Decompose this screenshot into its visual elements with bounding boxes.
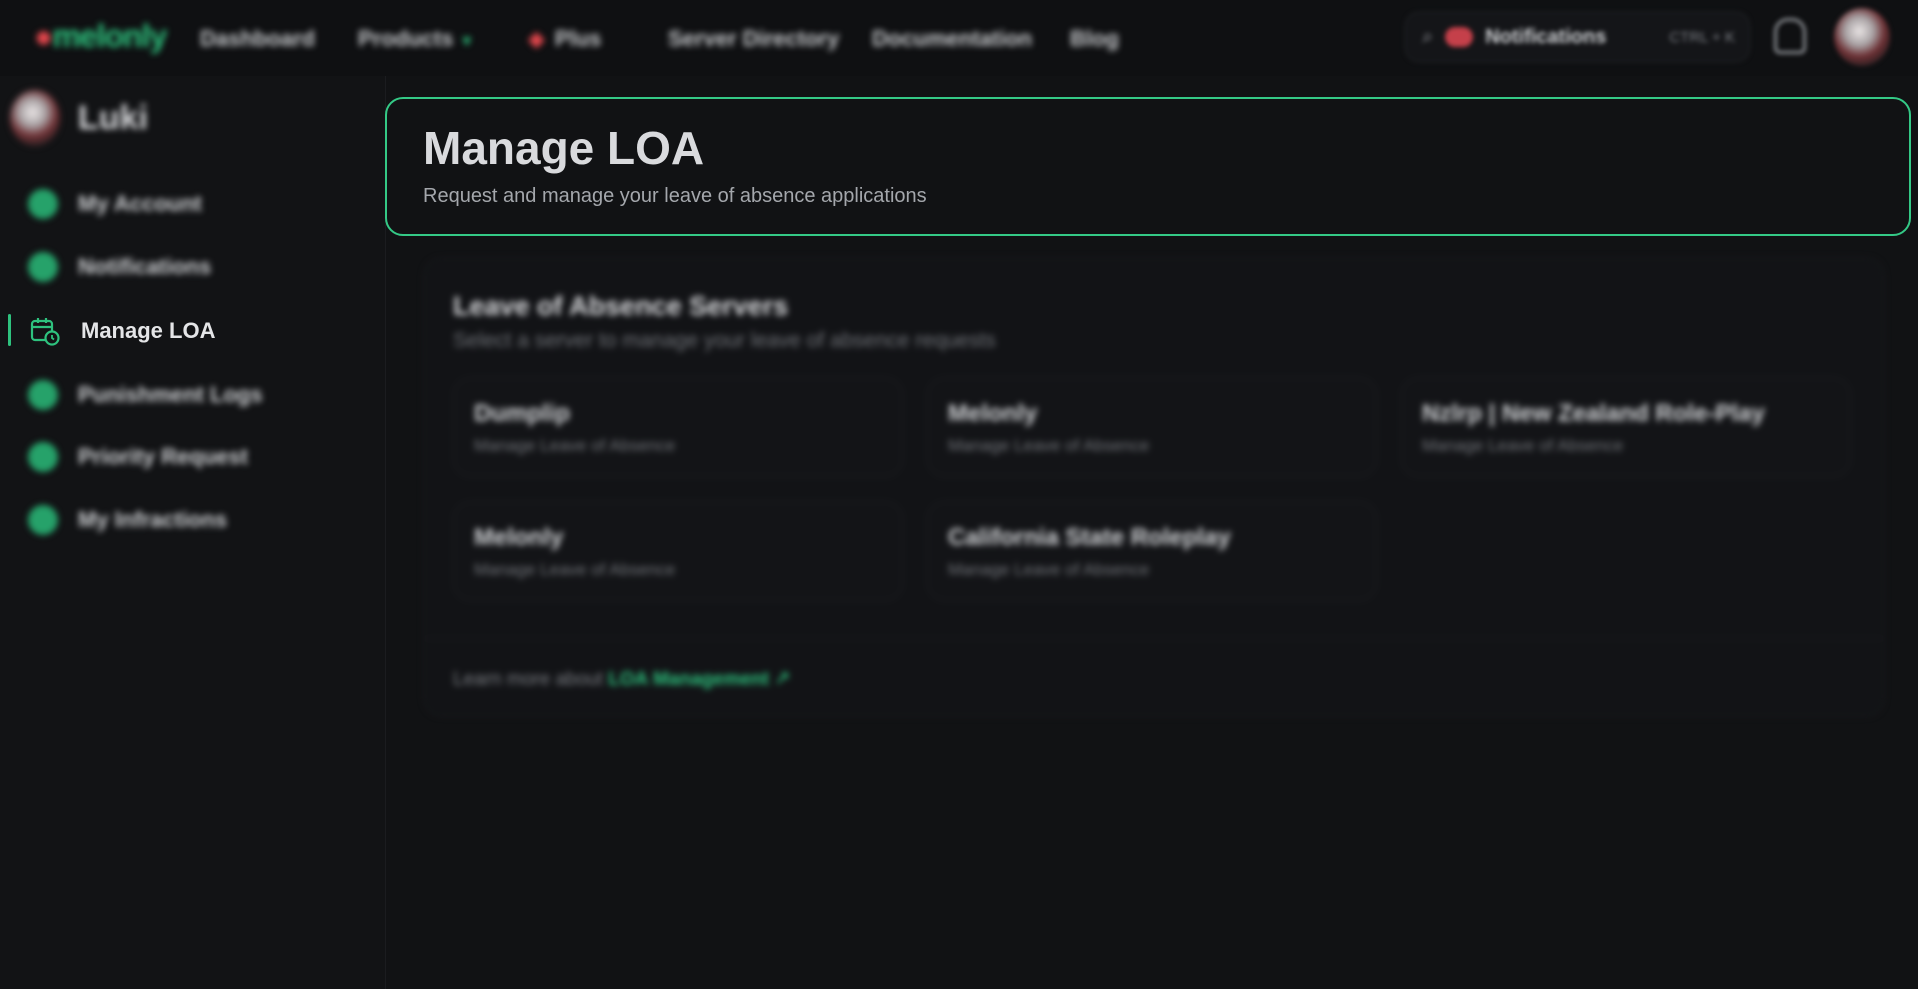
- melon-icon: [1445, 27, 1474, 47]
- panel-title: Leave of Absence Servers: [453, 291, 789, 321]
- sidebar-item-punishment-logs[interactable]: Punishment Logs: [0, 373, 386, 417]
- server-subtitle: Manage Leave of Absence: [1422, 436, 1624, 455]
- server-subtitle: Manage Leave of Absence: [948, 436, 1150, 455]
- server-name: Melonly: [474, 524, 564, 551]
- car-icon: [28, 442, 58, 472]
- sidebar-item-label: My Account: [78, 191, 202, 216]
- bell-icon: [28, 252, 58, 282]
- user-name: Luki: [78, 98, 148, 137]
- server-name: Melonly: [948, 400, 1038, 427]
- nav-server-directory[interactable]: Server Directory: [668, 26, 839, 52]
- page-title: Manage LOA: [423, 122, 705, 174]
- active-indicator: [8, 314, 11, 346]
- nav-documentation[interactable]: Documentation: [872, 26, 1032, 52]
- nav-plus[interactable]: ◆ Plus: [528, 26, 601, 52]
- search-text: Notifications: [1485, 25, 1607, 48]
- server-card[interactable]: Dumplip Manage Leave of Absence: [453, 377, 903, 477]
- sidebar-item-manage-loa[interactable]: Manage LOA: [0, 309, 386, 353]
- panel-subtitle: Select a server to manage your leave of …: [453, 329, 996, 352]
- melon-icon: ◆: [528, 26, 545, 51]
- server-card[interactable]: Nzlrp | New Zealand Role-Play Manage Lea…: [1401, 377, 1851, 477]
- server-name: Dumplip: [474, 400, 570, 427]
- sidebar-item-label: My Infractions: [78, 507, 228, 532]
- sidebar-user: Luki: [10, 90, 148, 146]
- sidebar-item-label: Notifications: [78, 254, 212, 279]
- external-link-icon: ↗: [774, 669, 791, 690]
- sidebar-item-my-infractions[interactable]: My Infractions: [0, 498, 386, 542]
- server-card[interactable]: Melonly Manage Leave of Absence: [927, 377, 1377, 477]
- search-icon: ⌕: [1422, 25, 1434, 48]
- nav-blog[interactable]: Blog: [1070, 26, 1119, 52]
- top-navbar: ●melonly Dashboard Products ▼ ◆ Plus Serve…: [0, 0, 1918, 76]
- calendar-clock-icon: [30, 318, 60, 346]
- server-subtitle: Manage Leave of Absence: [948, 560, 1150, 579]
- divider: [425, 638, 1883, 639]
- server-subtitle: Manage Leave of Absence: [474, 436, 676, 455]
- page-header: Manage LOA Request and manage your leave…: [385, 97, 1911, 236]
- gavel-icon: [28, 380, 58, 410]
- search-shortcut: CTRL + K: [1669, 28, 1735, 46]
- server-subtitle: Manage Leave of Absence: [474, 560, 676, 579]
- page-subtitle: Request and manage your leave of absence…: [423, 185, 927, 207]
- sidebar-item-label: Punishment Logs: [78, 382, 263, 407]
- nav-dashboard[interactable]: Dashboard: [200, 26, 315, 52]
- loa-management-link[interactable]: LOA Management ↗: [608, 669, 790, 690]
- panel-footer: Learn more about LOA Management ↗: [453, 668, 790, 691]
- footer-text: Learn more about: [453, 669, 603, 690]
- avatar: [10, 90, 60, 146]
- sidebar-item-my-account[interactable]: My Account: [0, 182, 386, 226]
- sidebar-item-label: Manage LOA: [81, 318, 216, 343]
- account-icon: [28, 189, 58, 219]
- sidebar-item-label: Priority Request: [78, 444, 248, 469]
- server-name: California State Roleplay: [948, 524, 1231, 551]
- chevron-down-icon: ▼: [459, 33, 475, 50]
- loa-servers-panel: Leave of Absence Servers Select a server…: [424, 258, 1884, 716]
- sidebar: Luki My Account Notifications Manage LOA…: [0, 76, 386, 989]
- search-input[interactable]: ⌕ Notifications CTRL + K: [1405, 12, 1750, 62]
- sidebar-item-notifications[interactable]: Notifications: [0, 245, 386, 289]
- server-card[interactable]: Melonly Manage Leave of Absence: [453, 501, 903, 601]
- avatar[interactable]: [1834, 8, 1890, 66]
- bell-icon[interactable]: [1774, 18, 1806, 54]
- brand-logo[interactable]: ●melonly: [34, 18, 167, 58]
- sidebar-item-priority-request[interactable]: Priority Request: [0, 435, 386, 479]
- server-name: Nzlrp | New Zealand Role-Play: [1422, 400, 1765, 427]
- nav-products[interactable]: Products ▼: [358, 26, 474, 52]
- gavel-icon: [28, 505, 58, 535]
- server-card[interactable]: California State Roleplay Manage Leave o…: [927, 501, 1377, 601]
